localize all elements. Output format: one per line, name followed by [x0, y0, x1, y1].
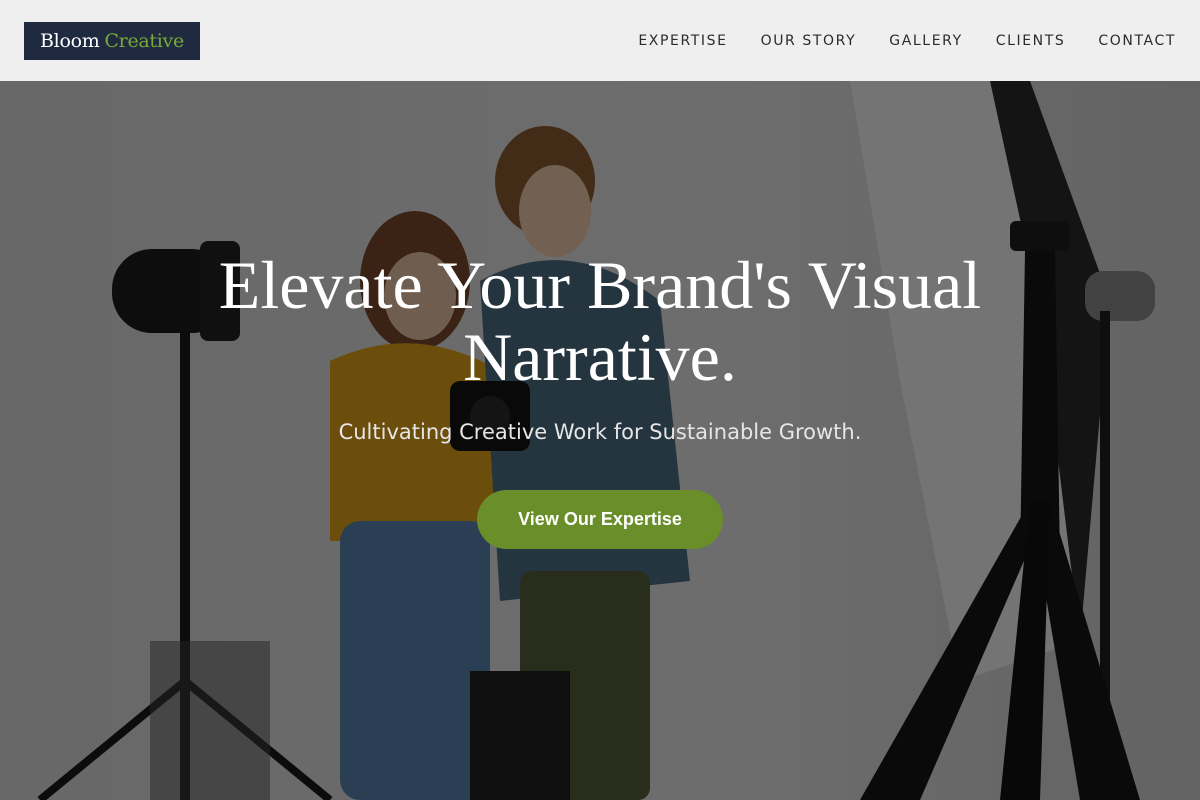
nav-item-expertise[interactable]: EXPERTISE	[638, 33, 727, 49]
site-header: Bloom Creative EXPERTISE OUR STORY GALLE…	[0, 0, 1200, 81]
hero-title: Elevate Your Brand's Visual Narrative.	[218, 247, 982, 395]
brand-logo[interactable]: Bloom Creative	[24, 21, 200, 60]
nav-item-clients[interactable]: CLIENTS	[996, 33, 1066, 49]
hero-subtitle: Cultivating Creative Work for Sustainabl…	[338, 420, 862, 444]
view-expertise-button[interactable]: View Our Expertise	[477, 490, 723, 549]
nav-item-gallery[interactable]: GALLERY	[889, 33, 962, 49]
hero-content: Elevate Your Brand's Visual Narrative. C…	[0, 81, 1200, 800]
nav-item-contact[interactable]: CONTACT	[1098, 33, 1176, 49]
hero-section: Elevate Your Brand's Visual Narrative. C…	[0, 81, 1200, 800]
brand-name-primary: Bloom	[40, 29, 100, 52]
nav-item-our-story[interactable]: OUR STORY	[761, 33, 857, 49]
brand-name-accent: Creative	[104, 29, 184, 52]
main-nav: EXPERTISE OUR STORY GALLERY CLIENTS CONT…	[638, 33, 1176, 49]
